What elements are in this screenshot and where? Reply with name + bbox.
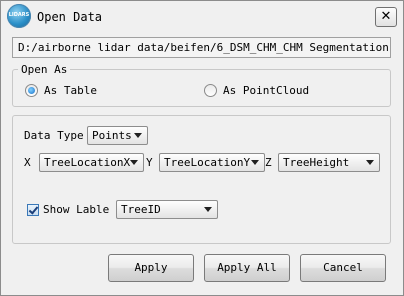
dialog-title: Open Data xyxy=(37,10,103,24)
show-label-checkbox[interactable] xyxy=(27,204,39,216)
close-button[interactable]: ✕ xyxy=(375,7,397,27)
data-type-value: Points xyxy=(92,129,132,142)
y-field-select[interactable]: TreeLocationY xyxy=(159,153,265,172)
chevron-down-icon xyxy=(251,160,259,165)
radio-unselected-icon xyxy=(204,84,217,97)
lidar-app-icon: LIDARS xyxy=(7,4,31,28)
z-field-select[interactable]: TreeHeight xyxy=(278,153,380,172)
open-as-legend: Open As xyxy=(21,63,68,76)
y-field-value: TreeLocationY xyxy=(164,156,251,169)
y-label: Y xyxy=(146,156,153,169)
z-label: Z xyxy=(265,156,272,169)
x-field-value: TreeLocationX xyxy=(44,156,131,169)
data-type-label: Data Type xyxy=(24,129,84,142)
cancel-button[interactable]: Cancel xyxy=(300,254,386,282)
close-icon: ✕ xyxy=(380,9,392,24)
label-field-value: TreeID xyxy=(121,203,161,216)
chevron-down-icon xyxy=(366,160,374,165)
x-label: X xyxy=(24,156,31,169)
z-field-value: TreeHeight xyxy=(283,156,350,169)
chevron-down-icon xyxy=(134,133,142,138)
chevron-down-icon xyxy=(204,207,212,212)
chevron-down-icon xyxy=(130,160,138,165)
apply-button[interactable]: Apply xyxy=(108,254,194,282)
x-field-select[interactable]: TreeLocationX xyxy=(39,153,144,172)
apply-all-button[interactable]: Apply All xyxy=(204,254,290,282)
title-bar: LIDARS Open Data ✕ xyxy=(1,1,403,33)
show-label-text: Show Lable xyxy=(43,203,110,216)
radio-selected-icon xyxy=(25,84,38,97)
open-as-group: Open As As Table As PointCloud xyxy=(12,63,391,107)
label-field-select[interactable]: TreeID xyxy=(116,200,218,219)
as-pointcloud-radio[interactable]: As PointCloud xyxy=(204,84,309,97)
as-table-label: As Table xyxy=(44,84,97,97)
open-data-dialog: LIDARS Open Data ✕ D:/airborne lidar dat… xyxy=(0,0,404,296)
app-icon-text: LIDARS xyxy=(8,12,30,18)
file-path-field[interactable]: D:/airborne lidar data/beifen/6_DSM_CHM_… xyxy=(12,37,391,58)
as-table-radio[interactable]: As Table xyxy=(25,84,97,97)
data-type-select[interactable]: Points xyxy=(87,126,148,145)
as-pointcloud-label: As PointCloud xyxy=(223,84,310,97)
field-mapping-group: Data Type Points X TreeLocationX Y TreeL… xyxy=(12,115,391,244)
